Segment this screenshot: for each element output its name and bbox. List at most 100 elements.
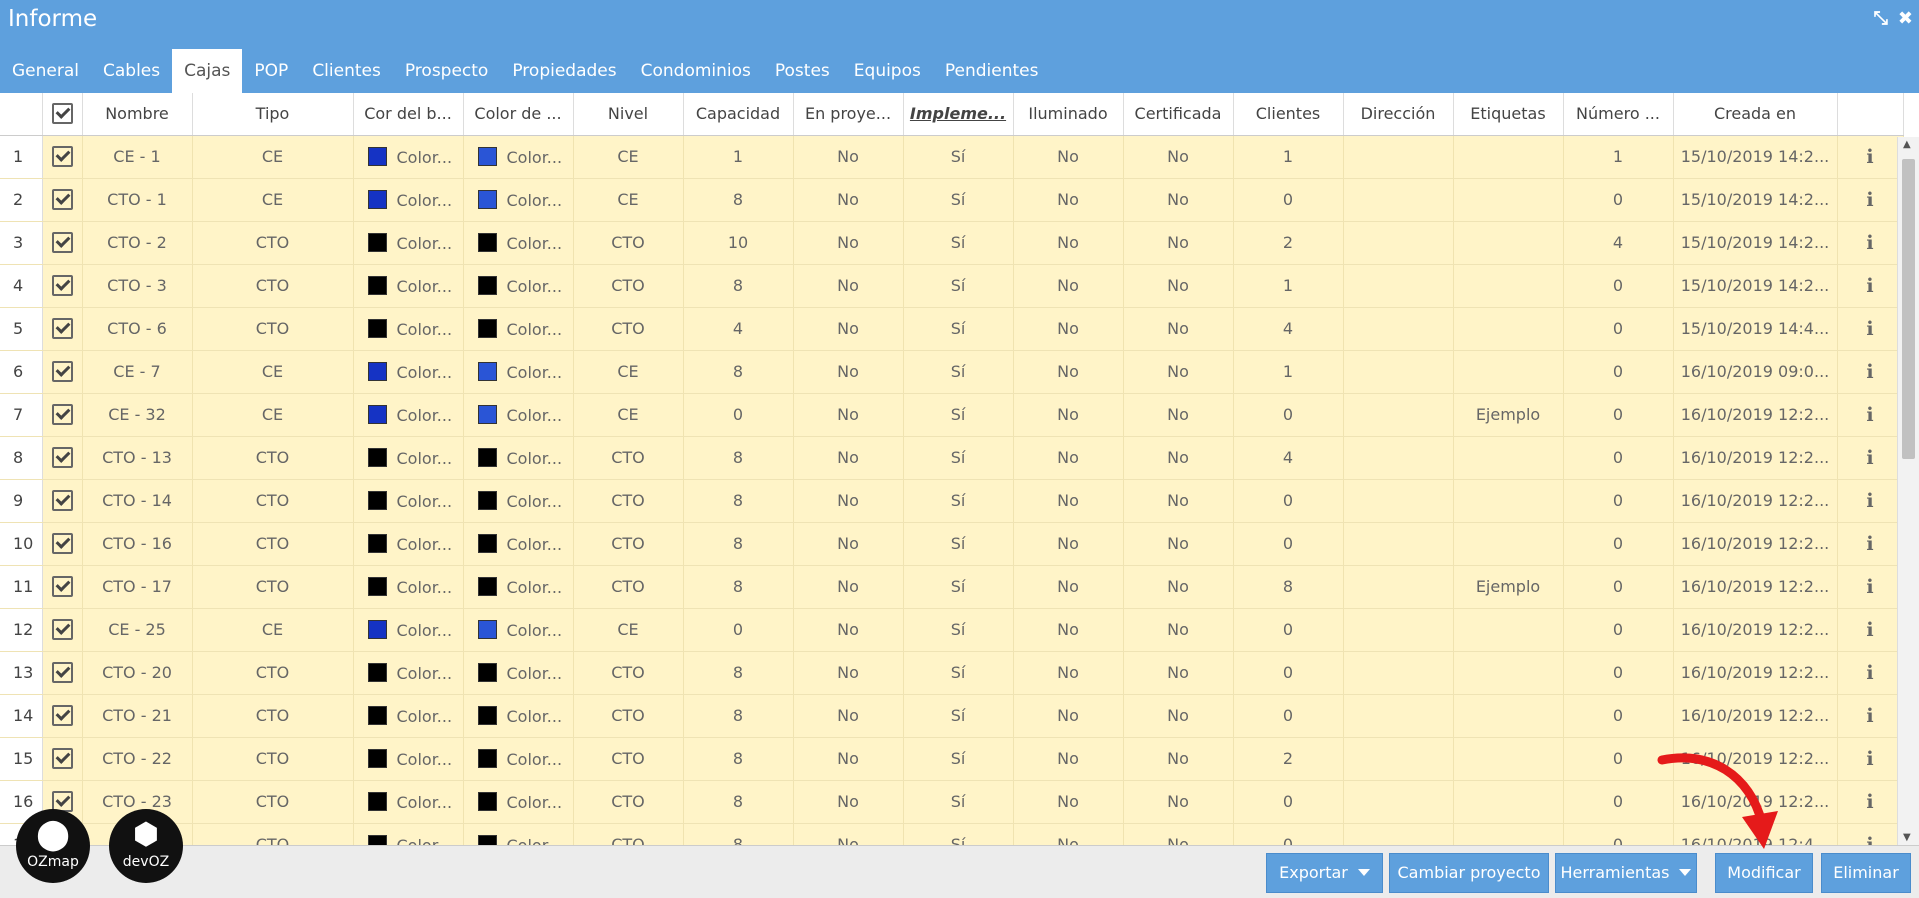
row-info[interactable]: i	[1837, 436, 1904, 480]
close-icon[interactable]: ✖	[1898, 10, 1913, 28]
checkbox-icon[interactable]	[51, 189, 73, 210]
info-icon[interactable]: i	[1866, 318, 1873, 340]
table-row[interactable]: 12 CE - 25 CE Color... Color... CE 0 No Sí No No 0 0…	[0, 608, 1904, 652]
row-checkbox[interactable]	[42, 221, 83, 265]
row-checkbox[interactable]	[42, 307, 83, 351]
scroll-down-icon[interactable]: ▼	[1903, 832, 1911, 843]
column-header[interactable]	[1837, 93, 1904, 136]
table-row[interactable]: 8 CTO - 13 CTO Color... Color... CTO 8 No Sí No No…	[0, 436, 1904, 480]
info-icon[interactable]: i	[1866, 791, 1873, 813]
info-icon[interactable]: i	[1866, 576, 1873, 598]
checkbox-icon[interactable]	[51, 748, 73, 769]
column-header[interactable]: Clientes	[1233, 93, 1344, 136]
checkbox-icon[interactable]	[51, 576, 73, 597]
info-icon[interactable]: i	[1866, 490, 1873, 512]
column-header[interactable]: Iluminado	[1013, 93, 1124, 136]
vertical-scrollbar[interactable]: ▲ ▼	[1897, 137, 1919, 845]
row-info[interactable]: i	[1837, 608, 1904, 652]
minimize-icon[interactable]: ⤡	[1874, 10, 1888, 28]
row-checkbox[interactable]	[42, 350, 83, 394]
row-info[interactable]: i	[1837, 651, 1904, 695]
checkbox-icon[interactable]	[51, 275, 73, 296]
row-checkbox[interactable]	[42, 393, 83, 437]
checkbox-icon[interactable]	[51, 232, 73, 253]
row-info[interactable]: i	[1837, 393, 1904, 437]
row-checkbox[interactable]	[42, 135, 83, 179]
info-icon[interactable]: i	[1866, 619, 1873, 641]
row-info[interactable]: i	[1837, 350, 1904, 394]
row-checkbox[interactable]	[42, 178, 83, 222]
info-icon[interactable]: i	[1866, 189, 1873, 211]
info-icon[interactable]: i	[1866, 447, 1873, 469]
scroll-up-icon[interactable]: ▲	[1903, 139, 1911, 150]
column-header[interactable]: Nivel	[573, 93, 684, 136]
checkbox-icon[interactable]	[51, 318, 73, 339]
table-row[interactable]: 13 CTO - 20 CTO Color... Color... CTO 8 No Sí No N…	[0, 651, 1904, 695]
checkbox-icon[interactable]	[51, 533, 73, 554]
row-info[interactable]: i	[1837, 135, 1904, 179]
table-row[interactable]: 16 CTO - 23 CTO Color... Color... CTO 8 No Sí No N…	[0, 780, 1904, 824]
info-icon[interactable]: i	[1866, 662, 1873, 684]
tools-button[interactable]: Herramientas	[1555, 853, 1697, 893]
delete-button[interactable]: Eliminar	[1821, 853, 1911, 893]
checkbox-icon[interactable]	[51, 662, 73, 683]
row-info[interactable]: i	[1837, 780, 1904, 824]
info-icon[interactable]: i	[1866, 404, 1873, 426]
column-header[interactable]: Color de ...	[463, 93, 574, 136]
table-row[interactable]: 17CTOCTOColor...Color...CTO8NoSíNoNo0016…	[0, 823, 1904, 846]
modify-button[interactable]: Modificar	[1715, 853, 1813, 893]
tab-general[interactable]: General	[0, 49, 91, 93]
row-info[interactable]: i	[1837, 221, 1904, 265]
row-info[interactable]: i	[1837, 565, 1904, 609]
table-row[interactable]: 4 CTO - 3 CTO Color... Color... CTO 8 No Sí No No 1…	[0, 264, 1904, 308]
checkbox-icon[interactable]	[51, 361, 73, 382]
export-button[interactable]: Exportar	[1266, 853, 1383, 893]
row-checkbox[interactable]	[42, 479, 83, 523]
table-row[interactable]: 5 CTO - 6 CTO Color... Color... CTO 4 No Sí No No 4…	[0, 307, 1904, 351]
tab-cables[interactable]: Cables	[91, 49, 172, 93]
row-info[interactable]: i	[1837, 178, 1904, 222]
checkbox-icon[interactable]	[51, 103, 73, 125]
checkbox-icon[interactable]	[51, 146, 73, 167]
row-checkbox[interactable]	[42, 436, 83, 480]
row-checkbox[interactable]	[42, 565, 83, 609]
row-checkbox[interactable]	[42, 737, 83, 781]
column-header[interactable]: En proye...	[793, 93, 904, 136]
column-header[interactable]: Capacidad	[683, 93, 794, 136]
row-info[interactable]: i	[1837, 264, 1904, 308]
column-header[interactable]: Cor del b...	[353, 93, 464, 136]
tab-equipos[interactable]: Equipos	[842, 49, 933, 93]
column-header[interactable]: Dirección	[1343, 93, 1454, 136]
row-info[interactable]: i	[1837, 522, 1904, 566]
info-icon[interactable]: i	[1866, 705, 1873, 727]
row-info[interactable]: i	[1837, 737, 1904, 781]
info-icon[interactable]: i	[1866, 232, 1873, 254]
row-info[interactable]: i	[1837, 823, 1904, 846]
info-icon[interactable]: i	[1866, 361, 1873, 383]
table-row[interactable]: 10 CTO - 16 CTO Color... Color... CTO 8 No Sí No N…	[0, 522, 1904, 566]
column-header[interactable]: Impleme...	[903, 93, 1014, 136]
info-icon[interactable]: i	[1866, 748, 1873, 770]
row-info[interactable]: i	[1837, 694, 1904, 738]
change-project-button[interactable]: Cambiar proyecto	[1389, 853, 1549, 893]
table-row[interactable]: 6 CE - 7 CE Color... Color... CE 8 No Sí No No 1 0 16…	[0, 350, 1904, 394]
tab-clientes[interactable]: Clientes	[300, 49, 393, 93]
checkbox-icon[interactable]	[51, 447, 73, 468]
info-icon[interactable]: i	[1866, 146, 1873, 168]
column-header[interactable]: Certificada	[1123, 93, 1234, 136]
tab-condominios[interactable]: Condominios	[629, 49, 763, 93]
table-row[interactable]: 2 CTO - 1 CE Color... Color... CE 8 No Sí No No 0 0 1…	[0, 178, 1904, 222]
tab-cajas[interactable]: Cajas	[172, 49, 243, 93]
column-header[interactable]: Etiquetas	[1453, 93, 1564, 136]
info-icon[interactable]: i	[1866, 275, 1873, 297]
table-row[interactable]: 1 CE - 1 CE Color... Color... CE 1 No Sí No No 1 1 15…	[0, 135, 1904, 179]
row-info[interactable]: i	[1837, 479, 1904, 523]
row-checkbox[interactable]	[42, 608, 83, 652]
table-row[interactable]: 14 CTO - 21 CTO Color... Color... CTO 8 No Sí No N…	[0, 694, 1904, 738]
row-number-header[interactable]	[0, 93, 43, 136]
tab-pendientes[interactable]: Pendientes	[933, 49, 1051, 93]
info-icon[interactable]: i	[1866, 834, 1873, 846]
row-checkbox[interactable]	[42, 264, 83, 308]
table-row[interactable]: 11 CTO - 17 CTO Color... Color... CTO 8 No Sí No N…	[0, 565, 1904, 609]
row-checkbox[interactable]	[42, 651, 83, 695]
